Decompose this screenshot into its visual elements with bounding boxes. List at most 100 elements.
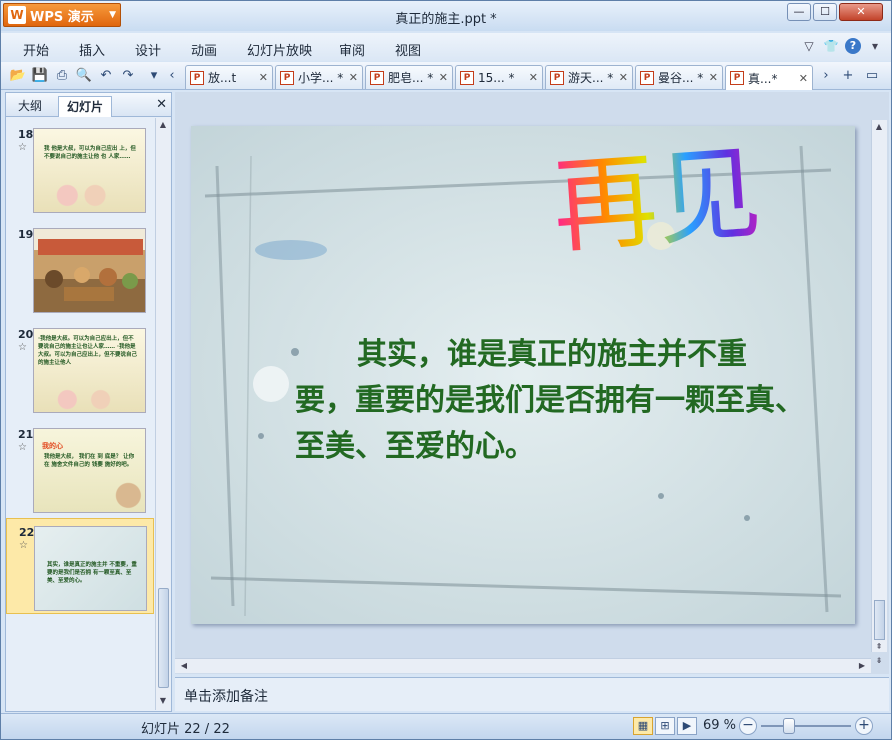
print-preview-icon[interactable]: 🔍	[75, 67, 93, 85]
tab-doc-1[interactable]: P 放...t ✕	[185, 65, 273, 89]
tab-doc-5[interactable]: P 游天... * ✕	[545, 65, 633, 89]
slide-thumbnail[interactable]: 19	[6, 221, 154, 317]
current-slide[interactable]: 再见 其实，谁是真正的施主并不重要，重要的是我们是否拥有一颗至真、至美、至爱的心…	[191, 126, 855, 624]
thumbnail-text: 我他是大叔， 我们在 到 底是？ 让你在 施舍文件自己的 钱要 施好的吧。	[44, 454, 135, 468]
slide-thumbnail[interactable]: 18 ☆ 我 他是大叔，可以为自己应出 上，但 不要说自己的施主让他 也 人家……	[6, 121, 154, 217]
menu-insert[interactable]: 插入	[79, 40, 105, 59]
close-window-button[interactable]: ✕	[839, 3, 883, 21]
ppt-file-icon: P	[640, 70, 654, 85]
scroll-right-icon[interactable]: ▶	[855, 659, 869, 673]
slide-thumbnail-image	[33, 228, 146, 313]
ppt-file-icon: P	[730, 71, 744, 85]
slideshow-button[interactable]: ▶	[677, 717, 697, 735]
close-icon[interactable]: ✕	[439, 71, 448, 84]
tab-doc-3[interactable]: P 肥皂... * ✕	[365, 65, 453, 89]
zoom-slider-track[interactable]	[761, 725, 851, 727]
window-list-icon[interactable]: ▭	[863, 67, 881, 85]
thumbnail-text: ·我他是大叔。可以为自己应出上，但不要说自己的施主让也让人家…… ·我他是大叔。…	[38, 336, 138, 366]
slide-thumbnail-list: 18 ☆ 我 他是大叔，可以为自己应出 上，但 不要说自己的施主让他 也 人家……	[6, 118, 154, 708]
tab-label: 游天... *	[568, 71, 614, 85]
next-slide-icon[interactable]: ⇟	[872, 654, 886, 668]
slide-count: 幻灯片 22 / 22	[141, 722, 230, 737]
maximize-button[interactable]: ☐	[813, 3, 837, 21]
slide-body-text[interactable]: 其实，谁是真正的施主并不重要，重要的是我们是否拥有一颗至真、至美、至爱的心。	[295, 332, 805, 470]
menu-review[interactable]: 审阅	[339, 40, 365, 59]
thumbnail-text: 其实，谁是真正的施主并 不重要，重要的是我们是否拥 有一颗至真、至美、至爱的心。	[47, 562, 137, 584]
tab-label: 放...t	[208, 71, 237, 85]
minimize-button[interactable]: —	[787, 3, 811, 21]
slide-thumbnail-image: 我 他是大叔，可以为自己应出 上，但 不要说自己的施主让他 也 人家……	[33, 128, 146, 213]
notes-pane[interactable]: 单击添加备注	[175, 677, 889, 711]
slide-thumbnail[interactable]: 20 ☆ ·我他是大叔。可以为自己应出上，但不要说自己的施主让也让人家…… ·我…	[6, 321, 154, 417]
tabs-scroll-right-icon[interactable]: ›	[817, 67, 835, 85]
menu-slideshow[interactable]: 幻灯片放映	[247, 40, 312, 59]
slides-pane: 大纲 幻灯片 ✕ 18 ☆ 我 他是大叔，可以为自己应出 上，但 不要说自己的施…	[5, 92, 172, 712]
status-bar: 幻灯片 22 / 22 ▦ ⊞ ▶ 69 % − +	[1, 713, 891, 739]
close-icon[interactable]: ✕	[529, 71, 538, 84]
redo-icon[interactable]: ↷	[119, 67, 137, 85]
close-icon[interactable]: ✕	[619, 71, 628, 84]
tab-doc-4[interactable]: P 15... * ✕	[455, 65, 543, 89]
animation-star-icon: ☆	[18, 442, 27, 453]
zoom-level: 69 %	[703, 718, 737, 733]
close-icon[interactable]: ✕	[799, 72, 808, 85]
ppt-file-icon: P	[370, 70, 384, 85]
chevron-down-icon[interactable]: ▾	[145, 67, 163, 85]
zoom-slider-handle[interactable]	[783, 718, 795, 734]
new-tab-icon[interactable]: +	[839, 67, 857, 85]
scrollbar-thumb[interactable]	[158, 588, 169, 688]
title-bar: W WPS 演示 ▼ 真正的施主.ppt * — ☐ ✕	[1, 1, 891, 31]
animation-star-icon: ☆	[19, 540, 28, 551]
scroll-up-icon[interactable]: ▲	[156, 118, 170, 132]
tab-label: 小学... *	[298, 71, 344, 85]
slide-number: 22	[19, 526, 35, 539]
close-icon[interactable]: ✕	[709, 71, 718, 84]
close-icon[interactable]: ✕	[349, 71, 358, 84]
slides-scrollbar[interactable]: ▲ ▼	[155, 118, 170, 710]
slide-thumbnail-image: ·我他是大叔。可以为自己应出上，但不要说自己的施主让也让人家…… ·我他是大叔。…	[33, 328, 146, 413]
tab-outline[interactable]: 大纲	[10, 96, 50, 117]
tab-doc-active[interactable]: P 真...* ✕	[725, 65, 813, 90]
app-window: W WPS 演示 ▼ 真正的施主.ppt * — ☐ ✕ 开始 插入 设计 动画…	[0, 0, 892, 740]
scrollbar-thumb[interactable]	[874, 600, 885, 640]
tab-doc-6[interactable]: P 曼谷... * ✕	[635, 65, 723, 89]
menu-design[interactable]: 设计	[135, 40, 161, 59]
close-icon[interactable]: ✕	[156, 97, 167, 112]
tab-slides[interactable]: 幻灯片	[58, 96, 113, 117]
open-icon[interactable]: 📂	[9, 67, 27, 85]
slide-sorter-button[interactable]: ⊞	[655, 717, 675, 735]
tab-label: 曼谷... *	[658, 71, 704, 85]
slide-number: 20	[18, 328, 34, 341]
scroll-down-icon[interactable]: ▼	[156, 694, 170, 708]
menu-view[interactable]: 视图	[395, 40, 421, 59]
close-icon[interactable]: ✕	[259, 71, 268, 84]
slide-wordart-title[interactable]: 再见	[549, 132, 765, 268]
slide-body-content: 其实，谁是真正的施主并不重要，重要的是我们是否拥有一颗至真、至美、至爱的心。	[295, 337, 805, 464]
editor-vertical-scrollbar[interactable]: ▲ ⇞ ⇟	[871, 120, 887, 665]
scroll-left-icon[interactable]: ◀	[177, 659, 191, 673]
help-icon[interactable]: ?	[845, 38, 861, 54]
quick-toolbar: 📂 💾 ⎙ 🔍 ↶ ↷ ▾ ‹ P 放...t ✕ P 小学... * ✕ P …	[1, 62, 891, 90]
prev-slide-icon[interactable]: ⇞	[872, 640, 886, 654]
menu-animation[interactable]: 动画	[191, 40, 217, 59]
zoom-out-button[interactable]: −	[739, 717, 757, 735]
print-icon[interactable]: ⎙	[53, 67, 71, 85]
skin-icon[interactable]: 👕	[823, 38, 839, 54]
chevron-down-icon[interactable]: ▾	[867, 38, 883, 54]
tab-doc-2[interactable]: P 小学... * ✕	[275, 65, 363, 89]
save-icon[interactable]: 💾	[31, 67, 49, 85]
slide-thumbnail[interactable]: 21 ☆ 我的心 我他是大叔， 我们在 到 底是？ 让你在 施舍文件自己的 钱要…	[6, 421, 154, 517]
undo-icon[interactable]: ↶	[97, 67, 115, 85]
slide-number: 19	[18, 228, 34, 241]
normal-view-button[interactable]: ▦	[633, 717, 653, 735]
scroll-up-icon[interactable]: ▲	[872, 120, 886, 134]
zoom-in-button[interactable]: +	[855, 717, 873, 735]
ppt-file-icon: P	[280, 70, 294, 85]
expand-ribbon-icon[interactable]: ▽	[801, 38, 817, 54]
tabs-scroll-left-icon[interactable]: ‹	[163, 67, 181, 85]
editor-horizontal-scrollbar[interactable]: ◀ ▶	[175, 658, 871, 673]
menu-home[interactable]: 开始	[23, 40, 49, 59]
notes-placeholder[interactable]: 单击添加备注	[184, 686, 268, 706]
ppt-file-icon: P	[460, 70, 474, 85]
slide-thumbnail-selected[interactable]: 22 ☆ 其实，谁是真正的施主并 不重要，重要的是我们是否拥 有一颗至真、至美、…	[6, 518, 154, 614]
